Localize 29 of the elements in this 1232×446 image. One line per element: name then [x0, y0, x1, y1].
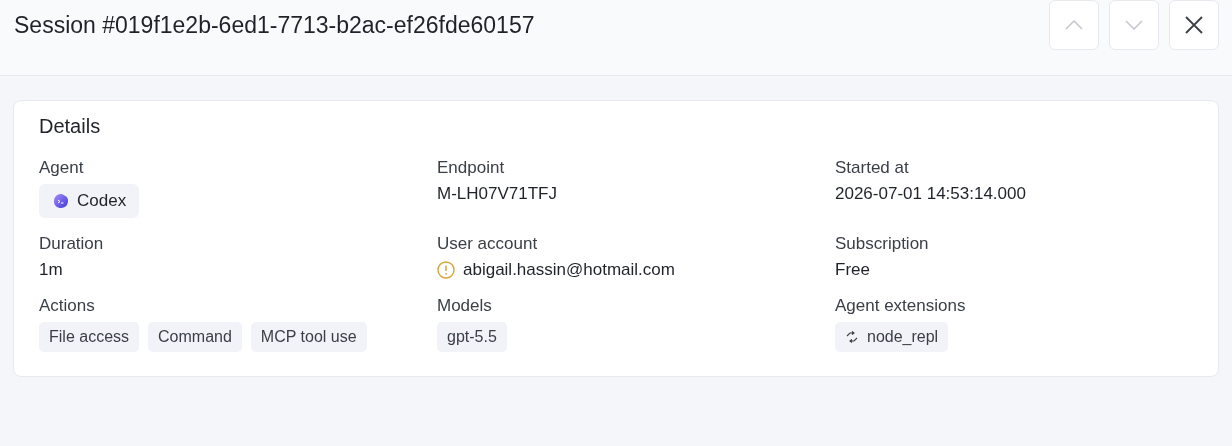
field-value: 1m	[39, 260, 64, 280]
field-value: abigail.hassin@hotmail.com	[463, 260, 675, 280]
field-label: Agent extensions	[835, 296, 967, 316]
field-label: Actions	[39, 296, 96, 316]
extension-tag: node_repl	[835, 322, 949, 352]
close-button[interactable]	[1169, 0, 1219, 50]
field-label: Started at	[835, 158, 910, 178]
field-label: Duration	[39, 234, 105, 254]
tag: Command	[148, 322, 242, 352]
arrows-icon	[845, 331, 859, 343]
close-icon	[1185, 15, 1203, 34]
field-value: M-LH07V71TFJ	[437, 184, 558, 204]
field-label: Endpoint	[437, 158, 506, 178]
tag: gpt-5.5	[437, 322, 507, 352]
agent-chip: Codex	[39, 184, 140, 218]
warning-icon	[437, 261, 455, 279]
field-value: 2026-07-01 14:53:14.000	[835, 184, 1027, 204]
field-label: Subscription	[835, 234, 930, 254]
session-title: Session #019f1e2b-6ed1-7713-b2ac-ef26fde60157	[14, 12, 535, 39]
field-label: User account	[437, 234, 539, 254]
chevron-down-icon	[1125, 19, 1143, 30]
card-title: Details	[39, 115, 102, 138]
field-label: Models	[437, 296, 493, 316]
tag: File access	[39, 322, 140, 352]
tag: MCP tool use	[250, 322, 367, 352]
agent-logo-icon	[53, 193, 69, 209]
field-label: Agent	[39, 158, 85, 178]
field-value: Free	[835, 260, 871, 280]
chevron-up-icon	[1065, 19, 1083, 30]
